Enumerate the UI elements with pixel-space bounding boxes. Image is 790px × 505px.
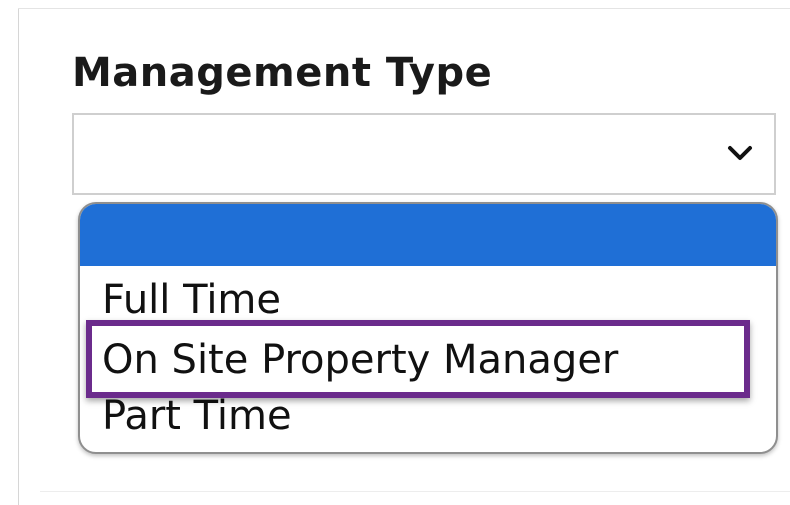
option-on-site-property-manager[interactable]: On Site Property Manager <box>80 332 776 388</box>
management-type-label: Management Type <box>72 50 493 96</box>
option-full-time[interactable]: Full Time <box>80 274 776 326</box>
panel-bottom-border <box>40 491 790 492</box>
option-blank[interactable] <box>80 204 776 266</box>
panel-top-border <box>18 8 790 9</box>
panel-left-border <box>18 8 19 505</box>
page: Management Type Full Time On Site Proper… <box>0 0 790 505</box>
chevron-down-icon <box>728 146 752 160</box>
option-part-time[interactable]: Part Time <box>80 390 776 442</box>
management-type-select[interactable] <box>72 113 776 195</box>
management-type-options-list: Full Time On Site Property Manager Part … <box>78 202 778 454</box>
